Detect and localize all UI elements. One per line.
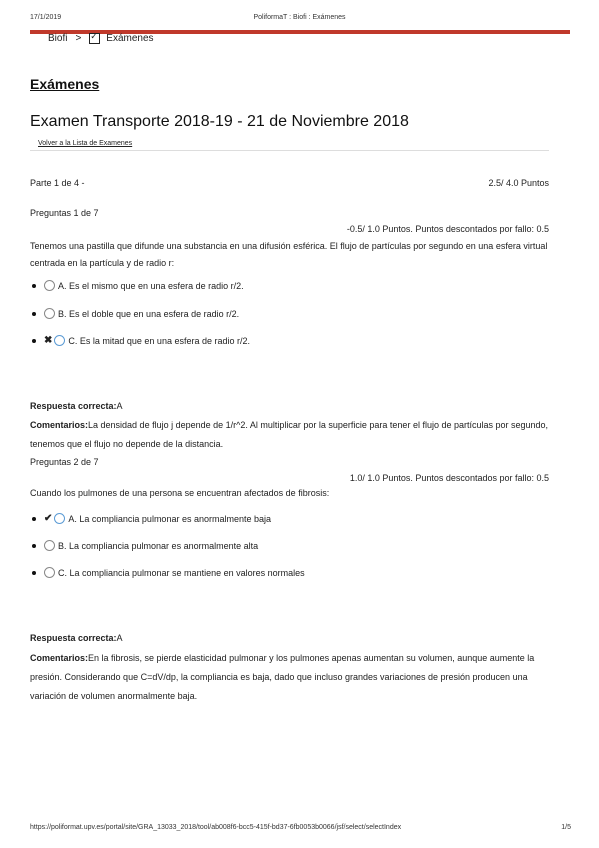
section-title: Exámenes	[30, 76, 100, 92]
breadcrumb-current: Exámenes	[106, 33, 154, 44]
footer-page-number: 1/5	[561, 824, 571, 831]
print-title: PoliformaT : Biofi : Exámenes	[253, 14, 346, 21]
comment: Comentarios:La densidad de flujo j depen…	[30, 416, 552, 454]
question-text: Cuando los pulmones de una persona se en…	[30, 488, 330, 498]
comment-label: Comentarios:	[30, 420, 89, 430]
question-label: Preguntas 1 de 7	[30, 208, 99, 218]
option-label: A. La compliancia pulmonar es anormalmen…	[68, 513, 272, 524]
radio-button[interactable]	[54, 335, 66, 346]
breadcrumb-root-link[interactable]: Biofi	[48, 33, 67, 44]
correct-answer-label: Respuesta correcta:	[30, 401, 117, 411]
answer-option[interactable]: B. Es el doble que en una esfera de radi…	[32, 308, 239, 319]
checkbox-icon	[89, 31, 101, 44]
bullet	[32, 570, 36, 575]
answer-option[interactable]: ✖ C. Es la mitad que en una esfera de ra…	[32, 335, 250, 346]
question-score: 1.0/ 1.0 Puntos. Puntos descontados por …	[349, 473, 549, 483]
part-label: Parte 1 de 4 -	[30, 178, 85, 188]
radio-button[interactable]	[44, 540, 55, 551]
exam-title: Examen Transporte 2018-19 - 21 de Noviem…	[30, 113, 409, 130]
breadcrumb-separator: >	[75, 33, 82, 44]
comment-text: En la fibrosis, se pierde elasticidad pu…	[30, 653, 535, 701]
option-label: B. Es el doble que en una esfera de radi…	[58, 308, 240, 319]
bullet	[32, 283, 36, 288]
correct-answer-label: Respuesta correcta:	[30, 633, 117, 643]
bullet	[32, 311, 36, 316]
breadcrumb: Biofi > Exámenes	[48, 31, 154, 44]
radio-button[interactable]	[54, 513, 66, 524]
bullet	[32, 516, 36, 521]
question-score: -0.5/ 1.0 Puntos. Puntos descontados por…	[346, 224, 549, 234]
correct-check-icon: ✔	[44, 513, 53, 524]
radio-button[interactable]	[44, 280, 55, 291]
bullet	[32, 543, 36, 548]
radio-button[interactable]	[44, 308, 55, 319]
answer-option[interactable]: A. Es el mismo que en una esfera de radi…	[32, 280, 244, 291]
option-label: A. Es el mismo que en una esfera de radi…	[58, 280, 244, 291]
question-text: Tenemos una pastilla que difunde una sub…	[30, 241, 548, 268]
radio-button[interactable]	[44, 567, 55, 578]
question-label: Preguntas 2 de 7	[30, 457, 99, 467]
answer-option[interactable]: ✔ A. La compliancia pulmonar es anormalm…	[32, 513, 271, 524]
comment: Comentarios:En la fibrosis, se pierde el…	[30, 649, 552, 706]
answer-option[interactable]: B. La compliancia pulmonar es anormalmen…	[32, 540, 258, 551]
answer-option[interactable]: C. La compliancia pulmonar se mantiene e…	[32, 567, 305, 578]
correct-answer-value: A	[116, 633, 123, 643]
incorrect-x-icon: ✖	[44, 335, 53, 346]
correct-answer-value: A	[116, 401, 123, 411]
divider	[30, 150, 549, 151]
option-label: C. La compliancia pulmonar se mantiene e…	[58, 567, 305, 578]
part-score: 2.5/ 4.0 Puntos	[488, 178, 549, 188]
comment-label: Comentarios:	[30, 653, 89, 663]
correct-answer: Respuesta correcta:A	[30, 401, 123, 411]
comment-text: La densidad de flujo j depende de 1/r^2.…	[30, 420, 549, 449]
correct-answer: Respuesta correcta:A	[30, 633, 123, 643]
back-to-exam-list-link[interactable]: Volver a la Lista de Examenes	[38, 140, 132, 147]
option-label: B. La compliancia pulmonar es anormalmen…	[58, 540, 259, 551]
option-label: C. Es la mitad que en una esfera de radi…	[68, 335, 250, 346]
print-header: 17/1/2019 PoliformaT : Biofi : Exámenes	[0, 0, 599, 30]
bullet	[32, 338, 36, 343]
footer-url: https://poliformat.upv.es/portal/site/GR…	[30, 824, 402, 831]
